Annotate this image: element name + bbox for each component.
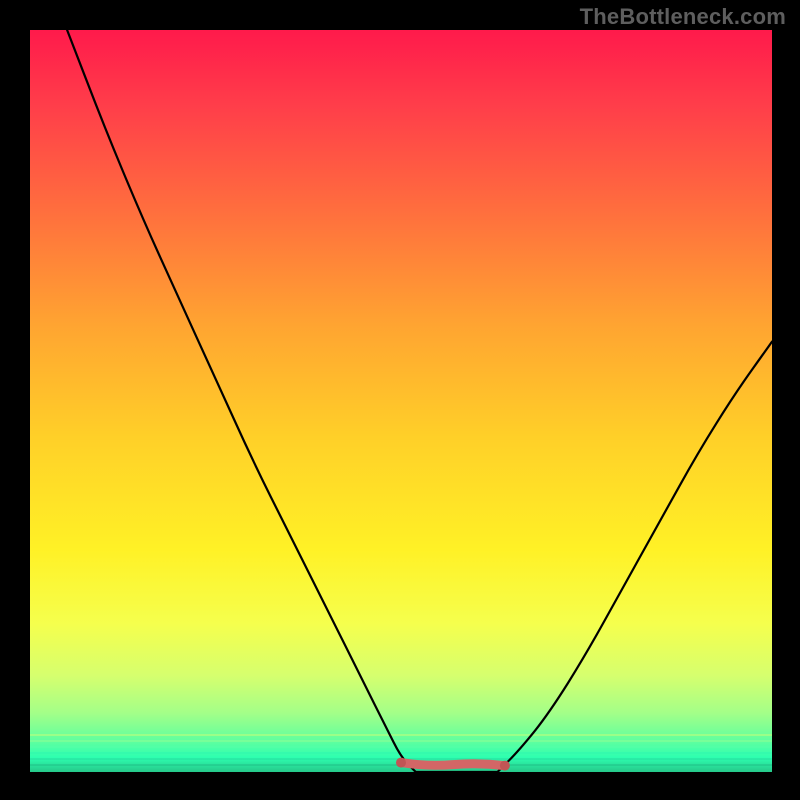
plot-area — [30, 30, 772, 772]
optimal-range-dot-right — [500, 761, 510, 771]
optimal-range-highlight — [401, 763, 505, 766]
curve-left-branch — [67, 30, 416, 772]
optimal-range-dot-left — [396, 758, 406, 768]
chart-frame: TheBottleneck.com — [0, 0, 800, 800]
curve-right-branch — [498, 342, 773, 772]
watermark-text: TheBottleneck.com — [580, 4, 786, 30]
bottleneck-curve — [30, 30, 772, 772]
